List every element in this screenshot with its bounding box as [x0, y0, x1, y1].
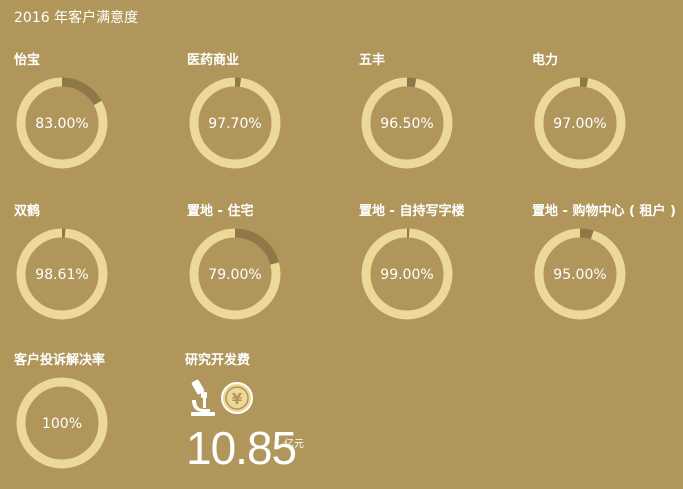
donut-cell: 五丰 96.50%	[359, 49, 509, 189]
rd-expense-unit: 亿元	[284, 439, 304, 450]
donut-chart: 100%	[14, 375, 110, 471]
donut-label: 置地 - 自持写字楼	[359, 204, 465, 219]
donut-label: 客户投诉解决率	[14, 353, 106, 368]
donut-value: 97.00%	[553, 116, 606, 132]
donut-value: 98.61%	[35, 267, 88, 283]
donut-cell: 电力 97.00%	[532, 49, 682, 189]
donut-value: 83.00%	[35, 116, 88, 132]
donut-cell: 怡宝 83.00%	[14, 49, 164, 189]
donut-chart: 97.00%	[532, 75, 628, 171]
donut-value: 95.00%	[553, 267, 606, 283]
donut-label: 五丰	[359, 53, 386, 68]
donut-chart: 95.00%	[532, 226, 628, 322]
donut-label: 置地 - 住宅	[187, 204, 254, 219]
donut-cell: 客户投诉解决率 100%	[14, 349, 164, 489]
donut-chart: 99.00%	[359, 226, 455, 322]
svg-text:¥: ¥	[232, 390, 243, 408]
donut-cell: 置地 - 自持写字楼 99.00%	[359, 200, 509, 340]
donut-value: 96.50%	[380, 116, 433, 132]
donut-chart: 79.00%	[187, 226, 283, 322]
donut-label: 置地 - 购物中心 ( 租户 )	[532, 204, 676, 219]
donut-chart: 98.61%	[14, 226, 110, 322]
page-title: 2016 年客户满意度	[14, 10, 139, 26]
donut-value: 97.70%	[208, 116, 261, 132]
donut-label: 医药商业	[187, 53, 240, 68]
yuan-coin-icon: ¥	[221, 382, 253, 414]
donut-cell: 双鹤 98.61%	[14, 200, 164, 340]
donut-cell: 置地 - 购物中心 ( 租户 ) 95.00%	[532, 200, 682, 340]
rd-expense-label: 研究开发费	[185, 353, 251, 368]
donut-value: 99.00%	[380, 267, 433, 283]
donut-chart: 96.50%	[359, 75, 455, 171]
donut-chart: 83.00%	[14, 75, 110, 171]
donut-chart: 97.70%	[187, 75, 283, 171]
rd-expense-value: 10.85	[186, 422, 297, 474]
donut-value: 100%	[42, 416, 82, 432]
donut-cell: 医药商业 97.70%	[187, 49, 337, 189]
donut-label: 怡宝	[14, 53, 41, 68]
donut-label: 双鹤	[14, 204, 41, 219]
donut-cell: 置地 - 住宅 79.00%	[187, 200, 337, 340]
rd-icons: ¥	[188, 378, 258, 418]
donut-value: 79.00%	[208, 267, 261, 283]
donut-label: 电力	[532, 53, 559, 68]
microscope-icon: ¥	[191, 379, 253, 416]
